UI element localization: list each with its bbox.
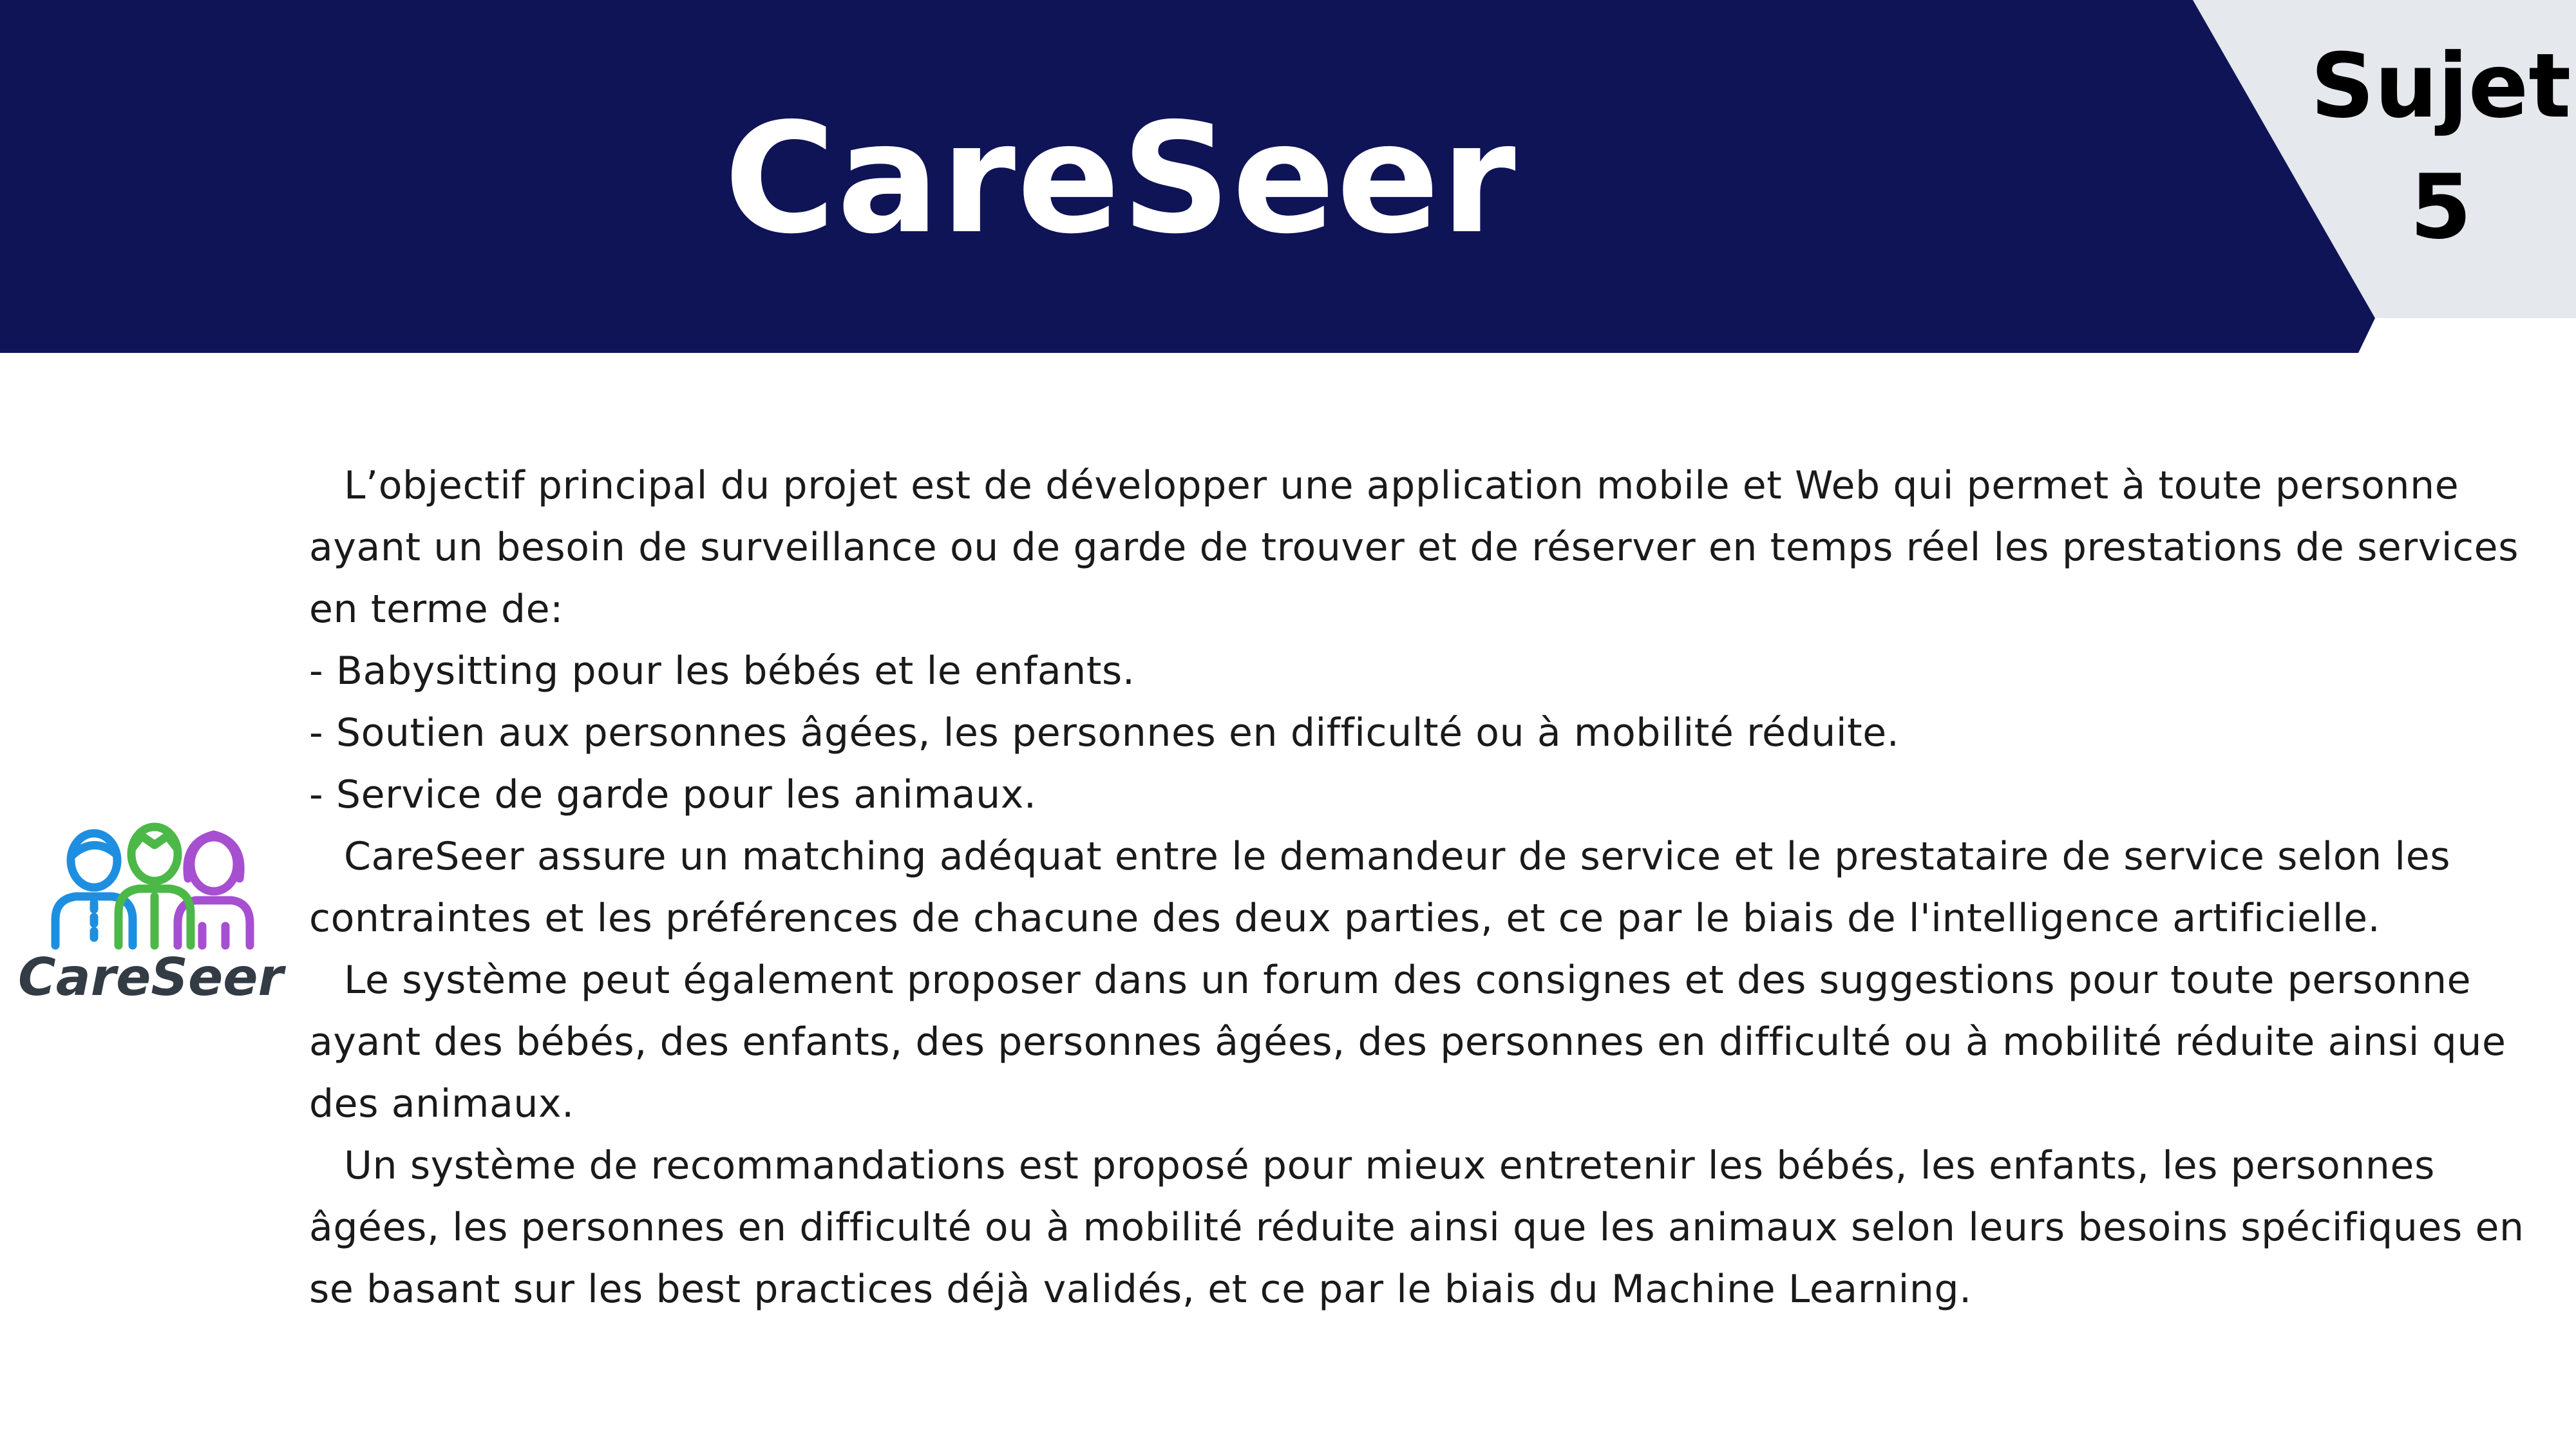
paragraph-objective: L’objectif principal du projet est de dé… (309, 463, 2519, 632)
project-description: L’objectif principal du projet est de dé… (309, 455, 2557, 1320)
three-people-icon (51, 822, 254, 950)
sujet-label: Sujet (2310, 34, 2571, 138)
paragraph-matching: CareSeer assure un matching adéquat entr… (309, 834, 2451, 941)
paragraph-forum: Le système peut également proposer dans … (309, 958, 2506, 1126)
sujet-number: 5 (2409, 155, 2472, 259)
bullet-elderly-support: - Soutien aux personnes âgées, les perso… (309, 710, 1900, 755)
page-title: CareSeer (724, 90, 1517, 267)
careseer-logo: CareSeer (9, 817, 292, 1016)
bullet-babysitting: - Babysitting pour les bébés et le enfan… (309, 649, 1135, 694)
bullet-pet-care: - Service de garde pour les animaux. (309, 772, 1037, 817)
paragraph-recommendations: Un système de recommandations est propos… (309, 1143, 2524, 1312)
slide: CareSeer Sujet 5 CareSeer L’objectif pri… (0, 0, 2576, 1449)
sujet-tag: Sujet 5 (2306, 26, 2576, 268)
logo-wordmark: CareSeer (18, 947, 283, 1007)
